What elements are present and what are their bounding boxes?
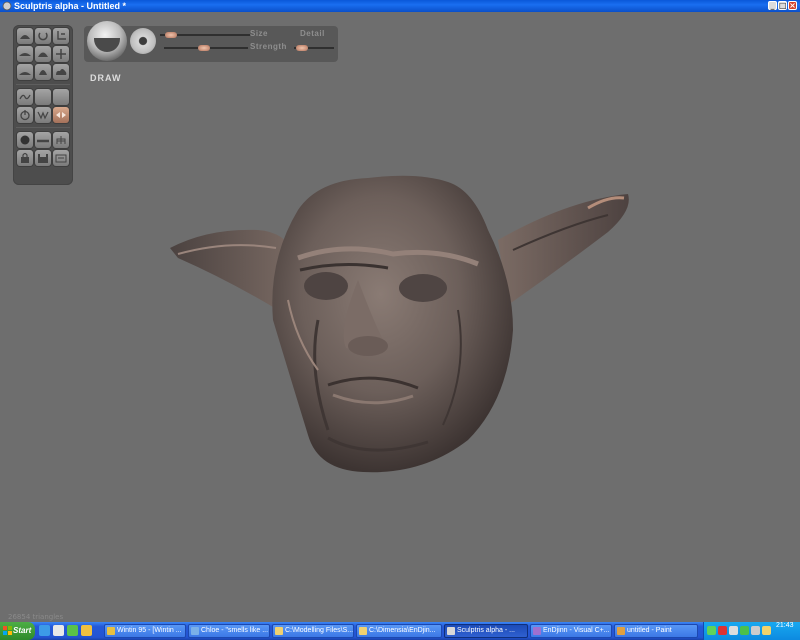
task-app-icon <box>447 627 455 635</box>
detail-label: Detail <box>300 29 325 38</box>
mirror-tool-button[interactable] <box>53 107 69 123</box>
power-tool-button[interactable] <box>17 107 33 123</box>
plane-tool-button[interactable] <box>35 132 51 148</box>
task-label: Chloe - "smells like ... <box>201 627 269 634</box>
detail-slider-knob[interactable] <box>296 45 308 51</box>
brush-preview-icon[interactable] <box>87 21 127 61</box>
brush-falloff-icon[interactable] <box>130 28 156 54</box>
reduce-tool-button[interactable] <box>35 64 51 80</box>
messenger-icon[interactable] <box>67 625 78 636</box>
tool-palette <box>13 25 73 185</box>
grab-tool-button[interactable] <box>53 46 69 62</box>
task-app-icon <box>359 627 367 635</box>
update-icon[interactable] <box>762 626 771 635</box>
task-app-icon <box>533 627 541 635</box>
mirror-arrows-icon <box>56 112 66 118</box>
sculpt-mesh[interactable] <box>168 170 632 480</box>
task-label: untitled - Paint <box>627 627 672 634</box>
outlook-icon[interactable] <box>53 625 64 636</box>
curve-tool-button[interactable] <box>17 89 33 105</box>
taskbar-task-button[interactable]: Wintin 95 - [Wintin ... <box>104 624 186 638</box>
draw-brush-icon <box>20 35 30 39</box>
inflate-tool-button[interactable] <box>35 28 51 44</box>
settings-icon <box>55 154 67 163</box>
title-bar: Sculptris alpha - Untitled * _ □ × <box>0 0 800 12</box>
task-label: C:\Dimensia\EnDjin... <box>369 627 436 634</box>
ie-icon[interactable] <box>39 625 50 636</box>
sphere-icon <box>20 135 30 145</box>
wave-icon <box>37 111 49 120</box>
palette-divider <box>16 84 70 85</box>
grid-icon <box>56 136 66 144</box>
task-app-icon <box>617 627 625 635</box>
settings-tool-button[interactable] <box>53 150 69 166</box>
paint-tool-button[interactable] <box>53 64 69 80</box>
taskbar-task-button[interactable]: C:\Dimensia\EnDjin... <box>356 624 442 638</box>
curve-icon <box>19 94 31 100</box>
taskbar-task-button[interactable]: Chloe - "smells like ... <box>188 624 270 638</box>
antivirus-icon[interactable] <box>718 626 727 635</box>
size-slider-knob[interactable] <box>164 32 177 38</box>
symmetry-tool-button[interactable] <box>35 107 51 123</box>
task-label: EnDjinn - Visual C+... <box>543 627 610 634</box>
lock-tool-button[interactable] <box>17 150 33 166</box>
save-tool-button[interactable] <box>35 150 51 166</box>
reduce-icon <box>39 70 47 75</box>
start-label: Start <box>13 626 32 635</box>
save-icon <box>38 154 48 163</box>
taskbar-task-button[interactable]: untitled - Paint <box>614 624 698 638</box>
task-app-icon <box>107 627 115 635</box>
system-tray: 21:43 <box>703 622 800 640</box>
start-button[interactable]: Start <box>0 622 35 640</box>
flatten-icon <box>19 53 31 56</box>
task-app-icon <box>275 627 283 635</box>
task-label: Wintin 95 - [Wintin ... <box>117 627 182 634</box>
triangle-count: 26854 triangles <box>8 613 64 621</box>
minimize-button[interactable]: _ <box>768 1 777 10</box>
close-button[interactable]: × <box>788 1 797 10</box>
network-icon[interactable] <box>707 626 716 635</box>
flatten-tool-button[interactable] <box>17 46 33 62</box>
strength-label: Strength <box>250 42 287 51</box>
app-icon <box>2 1 12 11</box>
lock-icon <box>21 152 29 163</box>
pinch-icon <box>38 52 48 57</box>
task-label: C:\Modelling Files\S... <box>285 627 354 634</box>
task-app-icon <box>191 627 199 635</box>
maximize-button[interactable]: □ <box>778 1 787 10</box>
plane-icon <box>37 139 49 143</box>
strength-slider-knob[interactable] <box>198 45 211 51</box>
security-icon[interactable] <box>729 626 738 635</box>
cloud-icon <box>56 69 67 75</box>
window-title: Sculptris alpha - Untitled * <box>14 1 127 11</box>
brush-panel: Size Detail Strength <box>84 21 338 62</box>
messenger-tray-icon[interactable] <box>740 626 749 635</box>
material-tool-button[interactable] <box>17 132 33 148</box>
sculpt-viewport[interactable]: Size Detail Strength DRAW 26854 triangle… <box>0 12 800 622</box>
brush-mode-label: DRAW <box>90 73 122 83</box>
clock: 21:43 <box>776 622 794 629</box>
taskbar-task-button[interactable]: EnDjinn - Visual C+... <box>530 624 612 638</box>
smooth-icon <box>19 72 31 75</box>
blank-tool-button-2[interactable] <box>53 89 69 105</box>
smooth-tool-button[interactable] <box>17 64 33 80</box>
crease-icon <box>57 31 66 40</box>
windows-flag-icon <box>3 626 12 635</box>
palette-divider <box>16 127 70 128</box>
power-icon <box>20 110 30 121</box>
taskbar: Start Wintin 95 - [Wintin ... Chloe - "sm… <box>0 622 800 640</box>
volume-icon[interactable] <box>751 626 760 635</box>
rotate-icon <box>38 32 48 41</box>
draw-tool-button[interactable] <box>17 28 33 44</box>
media-icon[interactable] <box>81 625 92 636</box>
grab-icon <box>56 49 66 59</box>
grid-tool-button[interactable] <box>53 132 69 148</box>
crease-tool-button[interactable] <box>53 28 69 44</box>
taskbar-task-button[interactable]: C:\Modelling Files\S... <box>272 624 354 638</box>
size-label: Size <box>250 29 269 38</box>
pinch-tool-button[interactable] <box>35 46 51 62</box>
task-label: Sculptris alpha - ... <box>457 627 515 634</box>
blank-tool-button-1[interactable] <box>35 89 51 105</box>
taskbar-task-button[interactable]: Sculptris alpha - ... <box>444 624 528 638</box>
